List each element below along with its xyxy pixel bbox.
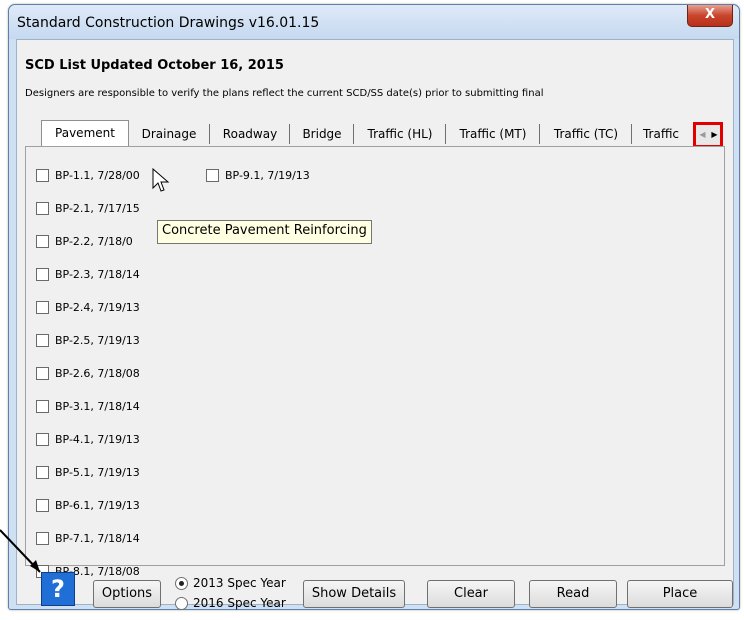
checkbox[interactable] (36, 432, 49, 446)
list-item[interactable]: BP-6.1, 7/19/13 (36, 497, 140, 513)
tab-scroll-left-icon[interactable]: ◀ (697, 127, 708, 143)
tab-traffic-mt[interactable]: Traffic (MT) (447, 124, 540, 144)
list-updated-heading: SCD List Updated October 16, 2015 (25, 58, 284, 73)
footer-bar: ? Options 2013 Spec Year 2016 Spec Year … (17, 564, 733, 610)
show-details-button[interactable]: Show Details (303, 580, 405, 608)
title-bar: Standard Construction Drawings v16.01.15… (9, 5, 739, 39)
clear-button[interactable]: Clear (427, 580, 515, 608)
checkbox[interactable] (36, 333, 49, 347)
list-item[interactable]: BP-2.4, 7/19/13 (36, 299, 140, 315)
item-label: BP-2.1, 7/17/15 (55, 201, 140, 215)
checkbox[interactable] (36, 498, 49, 512)
close-button[interactable]: X (687, 5, 733, 27)
checkbox[interactable] (36, 201, 49, 215)
tab-traffic[interactable]: Traffic (633, 124, 689, 144)
options-button[interactable]: Options (93, 580, 161, 608)
item-label: BP-2.2, 7/18/0 (55, 234, 133, 248)
checkbox[interactable] (36, 300, 49, 314)
tab-scroll-buttons: ◀ ▶ (693, 122, 723, 148)
checkbox[interactable] (36, 234, 49, 248)
item-label: BP-1.1, 7/28/00 (55, 168, 140, 182)
read-button[interactable]: Read (529, 580, 617, 608)
item-label: BP-7.1, 7/18/14 (55, 531, 140, 545)
item-label: BP-2.6, 7/18/08 (55, 366, 140, 380)
checkbox[interactable] (36, 399, 49, 413)
list-item[interactable]: BP-7.1, 7/18/14 (36, 530, 140, 546)
list-item[interactable]: BP-1.1, 7/28/00 (36, 167, 140, 183)
item-label: BP-9.1, 7/19/13 (225, 168, 310, 182)
item-label: BP-2.3, 7/18/14 (55, 267, 140, 281)
tab-roadway[interactable]: Roadway (211, 124, 290, 144)
window-title: Standard Construction Drawings v16.01.15 (17, 15, 320, 31)
item-label: BP-2.5, 7/19/13 (55, 333, 140, 347)
tab-strip: Pavement Drainage Roadway Bridge Traffic… (17, 120, 733, 146)
item-label: BP-2.4, 7/19/13 (55, 300, 140, 314)
tooltip: Concrete Pavement Reinforcing (157, 220, 372, 244)
tab-drainage[interactable]: Drainage (129, 124, 210, 144)
place-button[interactable]: Place (627, 580, 733, 608)
client-area: SCD List Updated October 16, 2015 Design… (16, 39, 734, 610)
tab-scroll-right-icon[interactable]: ▶ (709, 127, 720, 143)
list-item[interactable]: BP-2.2, 7/18/0 (36, 233, 133, 249)
item-label: BP-3.1, 7/18/14 (55, 399, 140, 413)
checkbox[interactable] (36, 531, 49, 545)
item-label: BP-5.1, 7/19/13 (55, 465, 140, 479)
mouse-pointer-icon (152, 168, 170, 192)
radio-icon[interactable] (175, 596, 188, 610)
item-label: BP-6.1, 7/19/13 (55, 498, 140, 512)
tab-traffic-hl[interactable]: Traffic (HL) (355, 124, 446, 144)
spec-2013-radio[interactable]: 2013 Spec Year (175, 576, 286, 590)
checkbox[interactable] (36, 465, 49, 479)
list-item[interactable]: BP-2.3, 7/18/14 (36, 266, 140, 282)
tab-bridge[interactable]: Bridge (291, 124, 354, 144)
radio-label: 2013 Spec Year (193, 576, 286, 590)
radio-selected-icon[interactable] (175, 576, 188, 590)
designer-note: Designers are responsible to verify the … (25, 88, 544, 99)
radio-label: 2016 Spec Year (193, 596, 286, 610)
list-item[interactable]: BP-5.1, 7/19/13 (36, 464, 140, 480)
list-item[interactable]: BP-3.1, 7/18/14 (36, 398, 140, 414)
list-item[interactable]: BP-4.1, 7/19/13 (36, 431, 140, 447)
checkbox[interactable] (36, 168, 49, 182)
pavement-panel: BP-1.1, 7/28/00 BP-2.1, 7/17/15 BP-2.2, … (25, 146, 725, 578)
list-item[interactable]: BP-2.1, 7/17/15 (36, 200, 140, 216)
tab-traffic-tc[interactable]: Traffic (TC) (541, 124, 632, 144)
help-button[interactable]: ? (41, 572, 75, 606)
checkbox[interactable] (36, 267, 49, 281)
checkbox[interactable] (36, 366, 49, 380)
app-window: Standard Construction Drawings v16.01.15… (8, 4, 740, 610)
list-item[interactable]: BP-2.5, 7/19/13 (36, 332, 140, 348)
spec-2016-radio[interactable]: 2016 Spec Year (175, 596, 286, 610)
item-label: BP-4.1, 7/19/13 (55, 432, 140, 446)
list-item[interactable]: BP-9.1, 7/19/13 (206, 167, 310, 183)
checkbox[interactable] (206, 168, 219, 182)
tab-pavement[interactable]: Pavement (41, 120, 129, 146)
list-item[interactable]: BP-2.6, 7/18/08 (36, 365, 140, 381)
